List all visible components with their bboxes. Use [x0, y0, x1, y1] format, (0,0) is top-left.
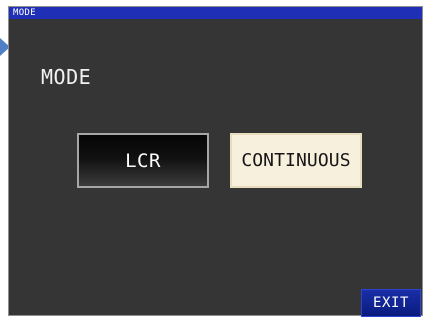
title-bar: MODE: [9, 7, 422, 19]
continuous-mode-button-label: CONTINUOUS: [241, 150, 351, 171]
window-title: MODE: [13, 8, 36, 18]
page: MODE MODE LCR CONTINUOUS EXIT: [0, 0, 423, 324]
continuous-mode-button[interactable]: CONTINUOUS: [230, 133, 362, 188]
exit-button-label: EXIT: [372, 295, 410, 311]
lcr-mode-button-label: LCR: [125, 149, 161, 172]
mode-screen: MODE MODE LCR CONTINUOUS EXIT: [8, 6, 423, 317]
exit-button[interactable]: EXIT: [361, 289, 421, 317]
page-title: MODE: [41, 65, 92, 89]
lcr-mode-button[interactable]: LCR: [77, 133, 209, 188]
